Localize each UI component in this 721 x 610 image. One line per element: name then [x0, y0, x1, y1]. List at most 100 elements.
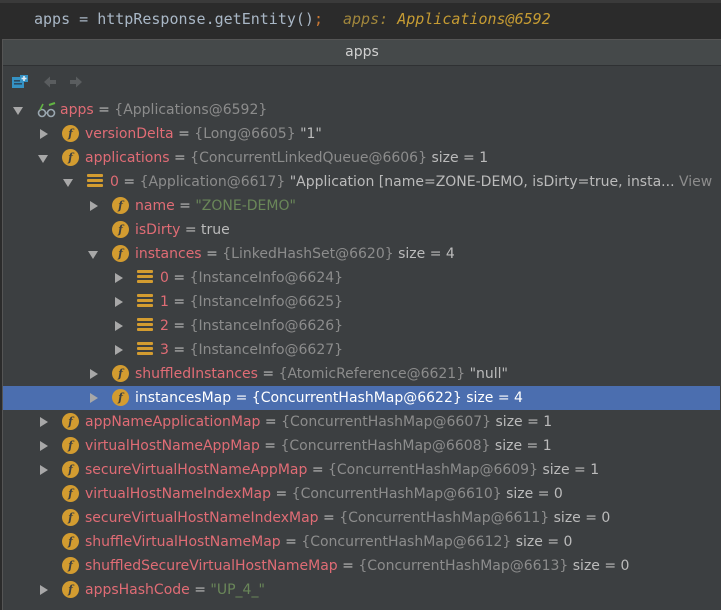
watch-glasses-icon: [37, 102, 56, 118]
collapse-arrow-icon[interactable]: [63, 179, 73, 187]
tree-row[interactable]: f appNameApplicationMap = {ConcurrentHash…: [3, 410, 720, 434]
tree-row-text: virtualHostNameIndexMap = {ConcurrentHas…: [85, 482, 563, 506]
variable-name: virtualHostNameAppMap: [85, 438, 260, 454]
variable-type: {InstanceInfo@6624}: [189, 270, 344, 286]
variable-value: size = 0: [553, 510, 611, 526]
tree-row[interactable]: 0 = {Application@6617} "Application [nam…: [3, 170, 720, 194]
tree-row[interactable]: f versionDelta = {Long@6605} "1": [3, 122, 720, 146]
equals-sign: =: [173, 270, 186, 286]
tree-row-text: instancesMap = {ConcurrentHashMap@6622} …: [135, 386, 523, 410]
variable-type: {LinkedHashSet@6620}: [222, 246, 394, 262]
field-icon: f: [62, 125, 79, 142]
tree-row[interactable]: f name = "ZONE-DEMO": [3, 194, 720, 218]
tree-row-text: 3 = {InstanceInfo@6627}: [160, 338, 343, 362]
tree-row-text: shuffledInstances = {AtomicReference@662…: [135, 362, 508, 386]
equals-sign: =: [98, 102, 110, 118]
variable-type: {ConcurrentHashMap@6607}: [281, 414, 492, 430]
variable-type: {Long@6605}: [194, 126, 296, 142]
variable-name: appsHashCode: [85, 582, 190, 598]
tree-row[interactable]: f shuffledInstances = {AtomicReference@66…: [3, 362, 720, 386]
equals-sign: =: [194, 582, 206, 598]
expand-arrow-icon[interactable]: [115, 297, 123, 307]
variable-value: size = 1: [431, 150, 489, 166]
tree-row-text: name = "ZONE-DEMO": [135, 194, 296, 218]
tree-row-text: instances = {LinkedHashSet@6620} size = …: [135, 242, 455, 266]
view-link[interactable]: View: [679, 174, 712, 190]
tree-row[interactable]: 1 = {InstanceInfo@6625}: [3, 290, 720, 314]
tree-row[interactable]: apps = {Applications@6592}: [3, 98, 720, 122]
new-watch-icon[interactable]: [11, 74, 29, 90]
tree-row[interactable]: f instancesMap = {ConcurrentHashMap@6622}…: [3, 386, 720, 410]
code-semicolon: ;: [313, 10, 323, 28]
code-text: apps = httpResponse.getEntity(); apps: Ap…: [34, 0, 551, 38]
inline-hint-name: apps:: [343, 10, 389, 28]
variable-value: size = 1: [494, 438, 552, 454]
variable-type: {ConcurrentHashMap@6622}: [251, 390, 462, 406]
tree-row[interactable]: f shuffleVirtualHostNameMap = {Concurrent…: [3, 530, 720, 554]
collapse-arrow-icon[interactable]: [38, 155, 48, 163]
expand-arrow-icon[interactable]: [90, 201, 98, 211]
variable-name: 3: [160, 342, 169, 358]
variable-value: "UP_4_": [210, 582, 265, 598]
forward-arrow-icon[interactable]: [67, 74, 85, 90]
tree-row[interactable]: 0 = {InstanceInfo@6624}: [3, 266, 720, 290]
tree-row-text: secureVirtualHostNameAppMap = {Concurren…: [85, 458, 599, 482]
expand-arrow-icon[interactable]: [90, 393, 98, 403]
variable-name: applications: [85, 150, 170, 166]
expand-arrow-icon[interactable]: [115, 273, 123, 283]
evaluate-popup: apps apps = {Applications@6592} f version…: [2, 39, 721, 610]
collapse-arrow-icon[interactable]: [88, 251, 98, 259]
tree-row[interactable]: f shuffledSecureVirtualHostNameMap = {Con…: [3, 554, 720, 578]
variable-value: size = 0: [506, 486, 563, 502]
tree-row-text: apps = {Applications@6592}: [60, 98, 267, 122]
code-statement: apps = httpResponse.getEntity(): [34, 10, 314, 28]
variable-name: 1: [160, 294, 169, 310]
tree-row[interactable]: 3 = {InstanceInfo@6627}: [3, 338, 720, 362]
array-element-icon: [137, 318, 153, 333]
equals-sign: =: [323, 510, 335, 526]
expand-arrow-icon[interactable]: [40, 129, 48, 139]
variable-type: {Application@6617}: [139, 174, 286, 190]
expand-arrow-icon[interactable]: [115, 345, 123, 355]
back-arrow-icon[interactable]: [41, 74, 59, 90]
tree-row[interactable]: f secureVirtualHostNameAppMap = {Concurre…: [3, 458, 720, 482]
tree-row-text: 2 = {InstanceInfo@6626}: [160, 314, 343, 338]
expand-arrow-icon[interactable]: [40, 465, 48, 475]
tree-row[interactable]: f secureVirtualHostNameIndexMap = {Concur…: [3, 506, 720, 530]
tree-row-text: secureVirtualHostNameIndexMap = {Concurr…: [85, 506, 610, 530]
field-icon: f: [62, 149, 79, 166]
variable-name: appNameApplicationMap: [85, 414, 261, 430]
expand-arrow-icon[interactable]: [90, 369, 98, 379]
tree-row[interactable]: 2 = {InstanceInfo@6626}: [3, 314, 720, 338]
tree-row[interactable]: f instances = {LinkedHashSet@6620} size =…: [3, 242, 720, 266]
tree-row[interactable]: f virtualHostNameAppMap = {ConcurrentHash…: [3, 434, 720, 458]
variable-value: "null": [469, 366, 508, 382]
tree-row[interactable]: f virtualHostNameIndexMap = {ConcurrentHa…: [3, 482, 720, 506]
expand-arrow-icon[interactable]: [40, 417, 48, 427]
equals-sign: =: [173, 150, 186, 166]
variable-value: size = 1: [495, 414, 553, 430]
tree-row[interactable]: f appsHashCode = "UP_4_": [3, 578, 720, 602]
tree-row-text: versionDelta = {Long@6605} "1": [85, 122, 322, 146]
expand-arrow-icon[interactable]: [40, 441, 48, 451]
tree-row-text: shuffledSecureVirtualHostNameMap = {Conc…: [85, 554, 629, 578]
popup-toolbar: [3, 66, 721, 98]
variable-type: {AtomicReference@6621}: [278, 366, 466, 382]
variable-value: "1": [300, 126, 322, 142]
variable-name: secureVirtualHostNameIndexMap: [85, 510, 319, 526]
variable-value: size = 0: [515, 534, 573, 550]
tree-row-text: isDirty = true: [135, 218, 230, 242]
popup-title[interactable]: apps: [3, 40, 721, 66]
expand-arrow-icon[interactable]: [115, 321, 123, 331]
tree-row[interactable]: f applications = {ConcurrentLinkedQueue@6…: [3, 146, 720, 170]
tree-row[interactable]: f isDirty = true: [3, 218, 720, 242]
variable-type: {InstanceInfo@6625}: [189, 294, 344, 310]
equals-sign: =: [342, 558, 354, 574]
field-icon: f: [62, 533, 79, 550]
variable-type: {ConcurrentHashMap@6612}: [301, 534, 512, 550]
expand-arrow-icon[interactable]: [40, 585, 48, 595]
equals-sign: =: [173, 294, 186, 310]
collapse-arrow-icon[interactable]: [13, 107, 23, 115]
variable-name: instances: [135, 246, 202, 262]
tree-row-text: applications = {ConcurrentLinkedQueue@66…: [85, 146, 488, 170]
